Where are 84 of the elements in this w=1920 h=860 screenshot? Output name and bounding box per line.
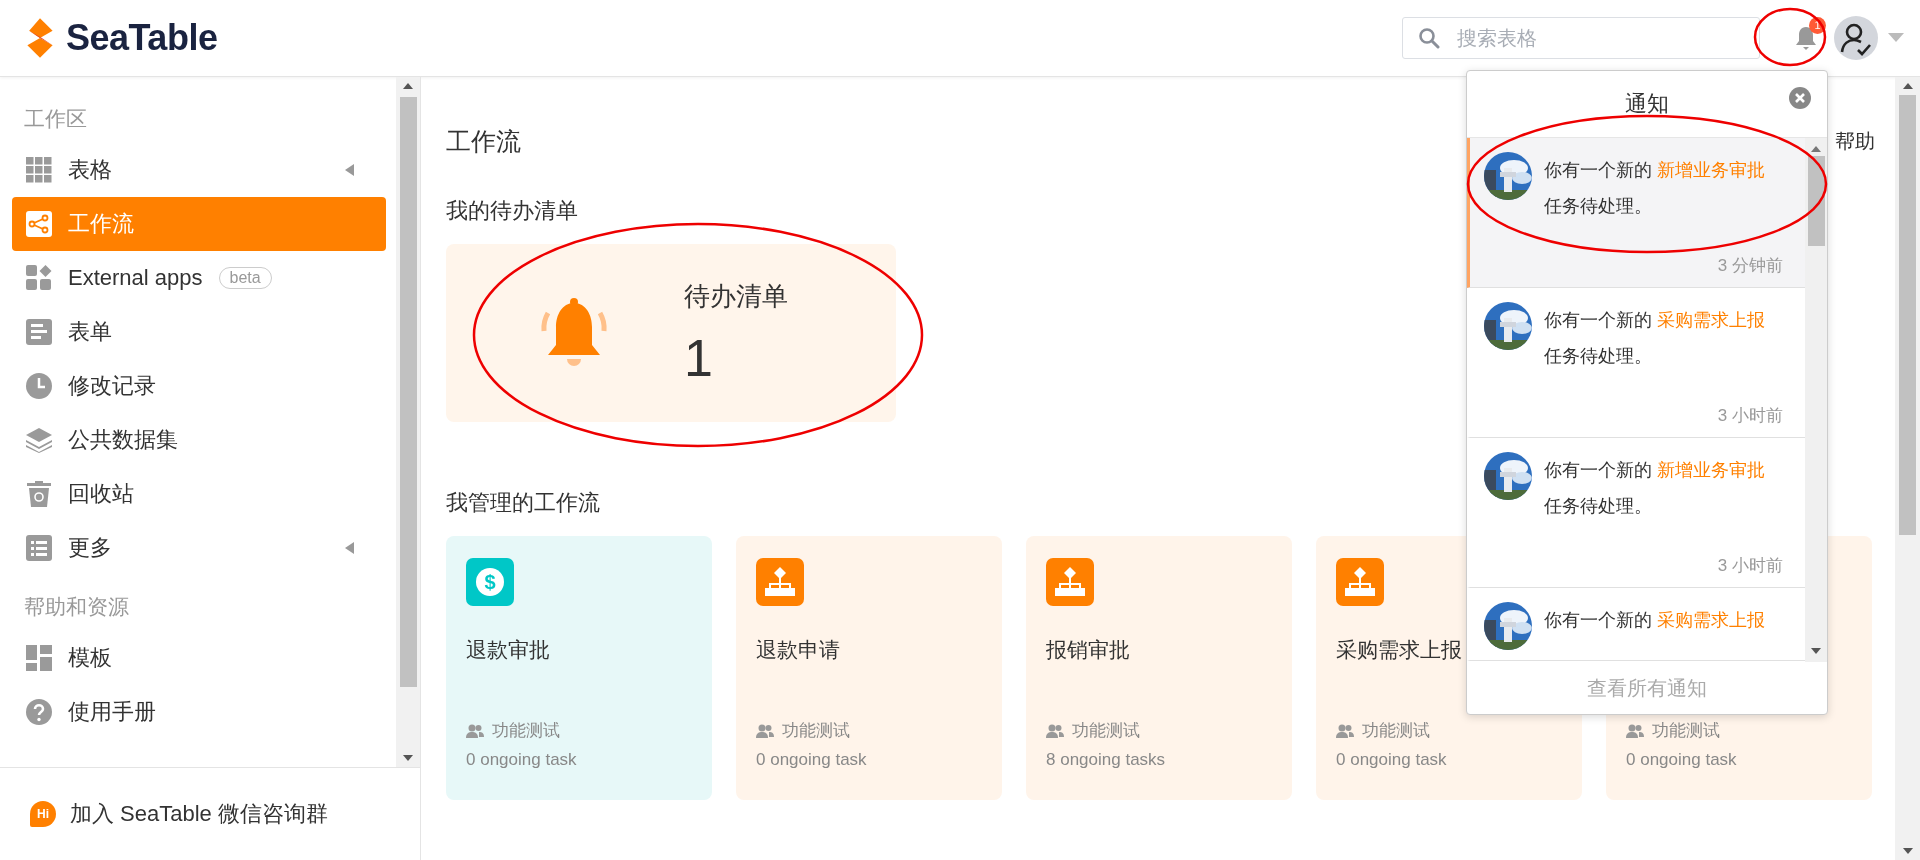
nav-item[interactable]: 表格	[12, 143, 386, 197]
todo-label: 待办清单	[684, 279, 788, 313]
scroll-thumb[interactable]	[1807, 156, 1825, 246]
chat-badge: Hi	[30, 801, 56, 827]
scroll-up-icon[interactable]	[1811, 146, 1821, 152]
scroll-thumb[interactable]	[1899, 95, 1916, 535]
task-count: 0 ongoing task	[1336, 750, 1448, 770]
users-icon	[1336, 723, 1354, 738]
notification-time: 3 分钟前	[1716, 255, 1784, 277]
nav-item[interactable]: 使用手册	[12, 685, 386, 739]
notification-text: 你有一个新的 采购需求上报 任务待处理。	[1544, 309, 1765, 368]
workflow-name: 退款申请	[756, 637, 841, 663]
clock-icon	[26, 373, 52, 399]
workflow-card[interactable]: $ 退款审批 功能测试 0 ongoing task	[446, 536, 712, 800]
help-link[interactable]: 帮助	[1835, 128, 1875, 155]
nav-item[interactable]: 回收站	[12, 467, 386, 521]
workflow-name: 退款审批	[466, 637, 551, 663]
trash-icon	[26, 481, 52, 507]
layers-icon	[26, 427, 52, 453]
wechat-group-link[interactable]: 加入 SeaTable 微信咨询群	[70, 799, 328, 829]
section-heading: 帮助和资源	[23, 594, 130, 620]
workflow-name: 报销审批	[1046, 637, 1131, 663]
scrollbar[interactable]	[396, 77, 420, 767]
users-icon	[1626, 723, 1644, 738]
workflow-group: 功能测试	[492, 719, 560, 742]
scrollbar[interactable]	[1805, 138, 1827, 662]
notification-item[interactable]: 你有一个新的 新增业务审批 任务待处理。 3 小时前	[1467, 438, 1805, 588]
search-field[interactable]: 搜索表格	[1402, 17, 1760, 59]
notification-item[interactable]: 你有一个新的 新增业务审批 任务待处理。 3 分钟前	[1467, 138, 1805, 288]
panel-title: 通知	[1625, 90, 1669, 118]
workflow-card[interactable]: 报销审批 功能测试 8 ongoing tasks	[1026, 536, 1292, 800]
todo-card[interactable]: 待办清单 1	[446, 244, 896, 422]
nav-item[interactable]: External apps beta	[12, 251, 386, 305]
notification-time: 3 小时前	[1716, 405, 1784, 427]
close-icon[interactable]	[1789, 87, 1811, 109]
logo-text: SeaTable	[66, 17, 218, 59]
notification-text: 你有一个新的 新增业务审批 任务待处理。	[1544, 459, 1765, 518]
task-count: 0 ongoing task	[1626, 750, 1738, 770]
task-count: 0 ongoing task	[466, 750, 578, 770]
workflow-name: 采购需求上报	[1336, 637, 1463, 663]
task-count: 0 ongoing task	[756, 750, 868, 770]
workflow-group: 功能测试	[1652, 719, 1720, 742]
dollar-icon: $	[466, 558, 514, 606]
apps-icon	[26, 265, 52, 291]
hierarchy-icon	[1046, 558, 1094, 606]
nav-item[interactable]: 更多	[12, 521, 386, 575]
nav-item[interactable]: 公共数据集	[12, 413, 386, 467]
section-heading: 工作区	[23, 106, 88, 132]
section-heading: 我的待办清单	[446, 197, 578, 225]
task-count: 8 ongoing tasks	[1046, 750, 1167, 770]
scroll-down-icon[interactable]	[1811, 648, 1821, 654]
users-icon	[756, 723, 774, 738]
hierarchy-icon	[1336, 558, 1384, 606]
workflow-card[interactable]: 退款申请 功能测试 0 ongoing task	[736, 536, 1002, 800]
workflow-group: 功能测试	[782, 719, 850, 742]
form-icon	[26, 319, 52, 345]
users-icon	[1046, 723, 1064, 738]
section-heading: 我管理的工作流	[446, 489, 600, 517]
workflow-group: 功能测试	[1072, 719, 1140, 742]
scrollbar[interactable]	[1895, 77, 1920, 860]
grid-icon	[26, 157, 52, 183]
hierarchy-icon	[756, 558, 804, 606]
notification-time: 3 小时前	[1716, 555, 1784, 577]
flow-icon	[26, 211, 52, 237]
nav-item[interactable]: 修改记录	[12, 359, 386, 413]
workflow-group: 功能测试	[1362, 719, 1430, 742]
nav-item[interactable]: 模板	[12, 631, 386, 685]
template-icon	[26, 645, 52, 671]
help-icon	[26, 699, 52, 725]
list-icon	[26, 535, 52, 561]
scroll-down-icon[interactable]	[1902, 848, 1913, 854]
notification-text: 你有一个新的 新增业务审批 任务待处理。	[1544, 159, 1765, 218]
scroll-down-icon[interactable]	[403, 755, 413, 761]
page-title: 工作流	[446, 126, 521, 157]
todo-count: 1	[684, 327, 714, 388]
user-avatar-icon[interactable]	[1834, 16, 1878, 60]
search-icon	[1418, 27, 1440, 49]
scroll-up-icon[interactable]	[403, 83, 413, 89]
scroll-thumb[interactable]	[399, 97, 417, 687]
notification-item[interactable]: 你有一个新的 采购需求上报 任务待处理。 3 小时前	[1467, 288, 1805, 438]
notification-item[interactable]: 你有一个新的 采购需求上报	[1467, 588, 1805, 661]
users-icon	[466, 723, 484, 738]
nav-item[interactable]: 表单	[12, 305, 386, 359]
scroll-up-icon[interactable]	[1902, 83, 1913, 89]
